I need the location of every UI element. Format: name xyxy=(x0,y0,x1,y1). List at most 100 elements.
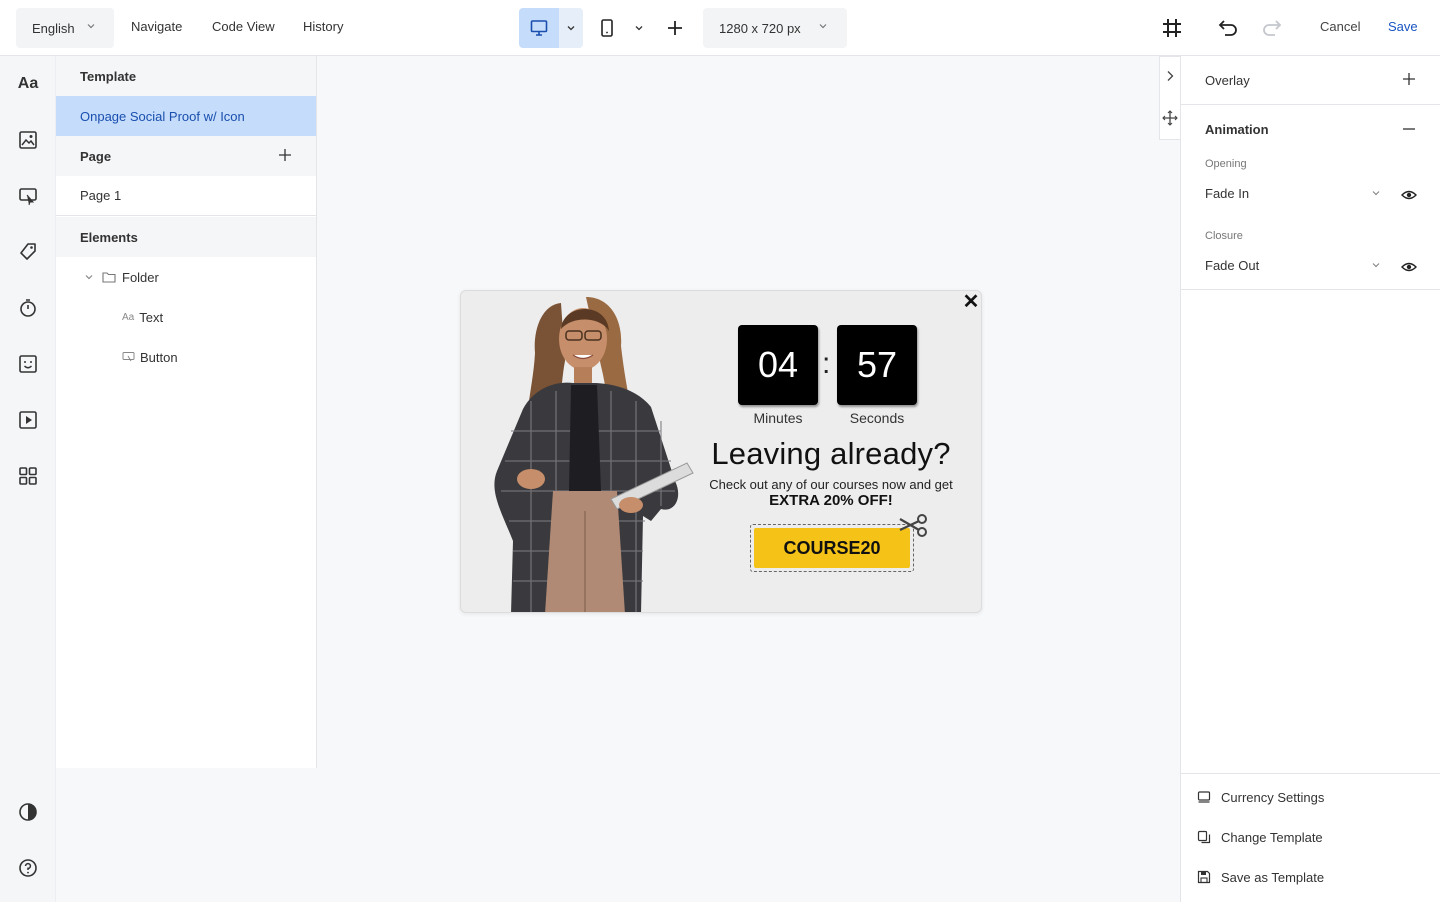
desktop-icon xyxy=(530,20,548,36)
timer-separator: : xyxy=(822,347,831,380)
redo-icon[interactable] xyxy=(1260,16,1284,40)
tree-item-label: Folder xyxy=(122,269,159,285)
timer-minutes: 04 xyxy=(738,325,818,405)
navigate-link[interactable]: Navigate xyxy=(131,19,182,34)
canvas-size-select[interactable]: 1280 x 720 px xyxy=(703,8,847,48)
undo-icon[interactable] xyxy=(1216,16,1240,40)
cancel-button[interactable]: Cancel xyxy=(1320,19,1360,34)
template-header-label: Template xyxy=(80,68,137,84)
button-icon xyxy=(122,352,135,362)
opening-value: Fade In xyxy=(1205,186,1250,201)
divider xyxy=(1181,289,1440,290)
popup-subtext: Check out any of our courses now and get xyxy=(709,477,953,492)
currency-icon xyxy=(1197,791,1211,803)
emoji-tool-icon[interactable] xyxy=(16,352,40,376)
save-as-template-button[interactable]: Save as Template xyxy=(1197,867,1324,887)
help-icon[interactable] xyxy=(16,856,40,880)
timer-tool-icon[interactable] xyxy=(16,296,40,320)
language-value: English xyxy=(32,20,75,36)
currency-settings-label: Currency Settings xyxy=(1221,789,1325,805)
coupon-tool-icon[interactable] xyxy=(16,240,40,264)
move-icon[interactable] xyxy=(1162,110,1178,126)
exit-popup[interactable]: ✕ 04 : 57 Minutes Seconds Leaving alread… xyxy=(460,290,982,613)
chevron-down-icon xyxy=(1372,263,1380,268)
grid-icon[interactable] xyxy=(1160,16,1184,40)
closure-value: Fade Out xyxy=(1205,258,1260,273)
tree-item-button[interactable]: Button xyxy=(56,337,316,377)
copy-icon xyxy=(1197,830,1211,844)
properties-panel: Overlay Animation Opening Fade In Closur… xyxy=(1180,56,1440,902)
collapse-animation-icon[interactable] xyxy=(1402,122,1416,136)
language-select[interactable]: English xyxy=(16,8,114,48)
save-icon xyxy=(1197,870,1211,884)
text-tool-icon[interactable]: Aa xyxy=(16,72,40,96)
text-icon: Aa xyxy=(122,311,135,323)
add-overlay-icon[interactable] xyxy=(1402,72,1416,86)
coupon-box[interactable]: COURSE20 xyxy=(750,524,914,572)
mobile-icon xyxy=(601,19,613,37)
add-page-icon[interactable] xyxy=(278,148,292,162)
mobile-view-button[interactable] xyxy=(594,8,620,48)
canvas-size-value: 1280 x 720 px xyxy=(719,20,801,36)
tree-item-folder[interactable]: Folder xyxy=(56,257,316,297)
panel-collapse-tab xyxy=(1159,56,1180,140)
template-section-header: Template xyxy=(56,56,316,96)
widgets-tool-icon[interactable] xyxy=(16,464,40,488)
timer-seconds-label: Seconds xyxy=(849,410,905,426)
preview-opening-eye-icon[interactable] xyxy=(1401,187,1417,203)
folder-icon xyxy=(102,272,116,283)
chevron-down-icon xyxy=(635,26,643,31)
preview-closure-eye-icon[interactable] xyxy=(1401,259,1417,275)
mobile-view-dropdown[interactable] xyxy=(628,8,650,48)
closure-label: Closure xyxy=(1205,230,1243,242)
template-item-label: Onpage Social Proof w/ Icon xyxy=(80,108,245,124)
image-tool-icon[interactable] xyxy=(16,128,40,152)
currency-settings-button[interactable]: Currency Settings xyxy=(1197,787,1324,807)
change-template-button[interactable]: Change Template xyxy=(1197,827,1323,847)
layers-panel-footer xyxy=(56,768,317,902)
elements-section-header: Elements xyxy=(56,217,316,257)
woman-photo xyxy=(494,297,694,612)
page-header-label: Page xyxy=(80,148,112,164)
popup-offer: EXTRA 20% OFF! xyxy=(769,492,893,509)
desktop-view-button[interactable] xyxy=(519,8,559,48)
contrast-icon[interactable] xyxy=(16,800,40,824)
opening-label: Opening xyxy=(1205,158,1247,170)
video-tool-icon[interactable] xyxy=(16,408,40,432)
overlay-title: Overlay xyxy=(1205,73,1250,88)
chevron-down-icon xyxy=(87,24,95,29)
save-button[interactable]: Save xyxy=(1388,19,1418,34)
template-item[interactable]: Onpage Social Proof w/ Icon xyxy=(56,96,316,136)
button-tool-icon[interactable] xyxy=(16,184,40,208)
divider xyxy=(1181,104,1440,105)
tree-item-text[interactable]: Aa Text xyxy=(56,297,316,337)
opening-select[interactable]: Fade In xyxy=(1205,186,1381,201)
chevron-down-icon xyxy=(1372,191,1380,196)
popup-headline: Leaving already? xyxy=(711,436,951,471)
chevron-down-icon[interactable] xyxy=(84,272,94,282)
add-element-button[interactable] xyxy=(661,14,689,42)
history-link[interactable]: History xyxy=(303,19,343,34)
change-template-label: Change Template xyxy=(1221,829,1323,845)
chevron-down-icon xyxy=(567,26,575,31)
coupon-code[interactable]: COURSE20 xyxy=(754,528,910,568)
tree-item-label: Text xyxy=(139,309,164,325)
close-icon[interactable]: ✕ xyxy=(962,291,980,313)
timer-minutes-label: Minutes xyxy=(753,410,803,426)
chevron-down-icon xyxy=(819,24,827,29)
chevron-right-icon[interactable] xyxy=(1163,69,1177,83)
timer-minutes-value: 04 xyxy=(757,344,799,385)
page-item-label: Page 1 xyxy=(80,188,122,203)
code-view-link[interactable]: Code View xyxy=(212,19,275,34)
plus-icon xyxy=(668,21,682,35)
divider xyxy=(1181,773,1440,774)
elements-header-label: Elements xyxy=(80,229,138,245)
tool-rail: Aa xyxy=(0,56,56,902)
timer-seconds-value: 57 xyxy=(856,344,898,385)
page-item[interactable]: Page 1 xyxy=(56,176,316,216)
animation-title: Animation xyxy=(1205,122,1269,137)
layers-panel: Template Onpage Social Proof w/ Icon Pag… xyxy=(56,56,317,768)
closure-select[interactable]: Fade Out xyxy=(1205,258,1381,273)
timer-seconds: 57 xyxy=(837,325,917,405)
desktop-view-dropdown[interactable] xyxy=(559,8,583,48)
